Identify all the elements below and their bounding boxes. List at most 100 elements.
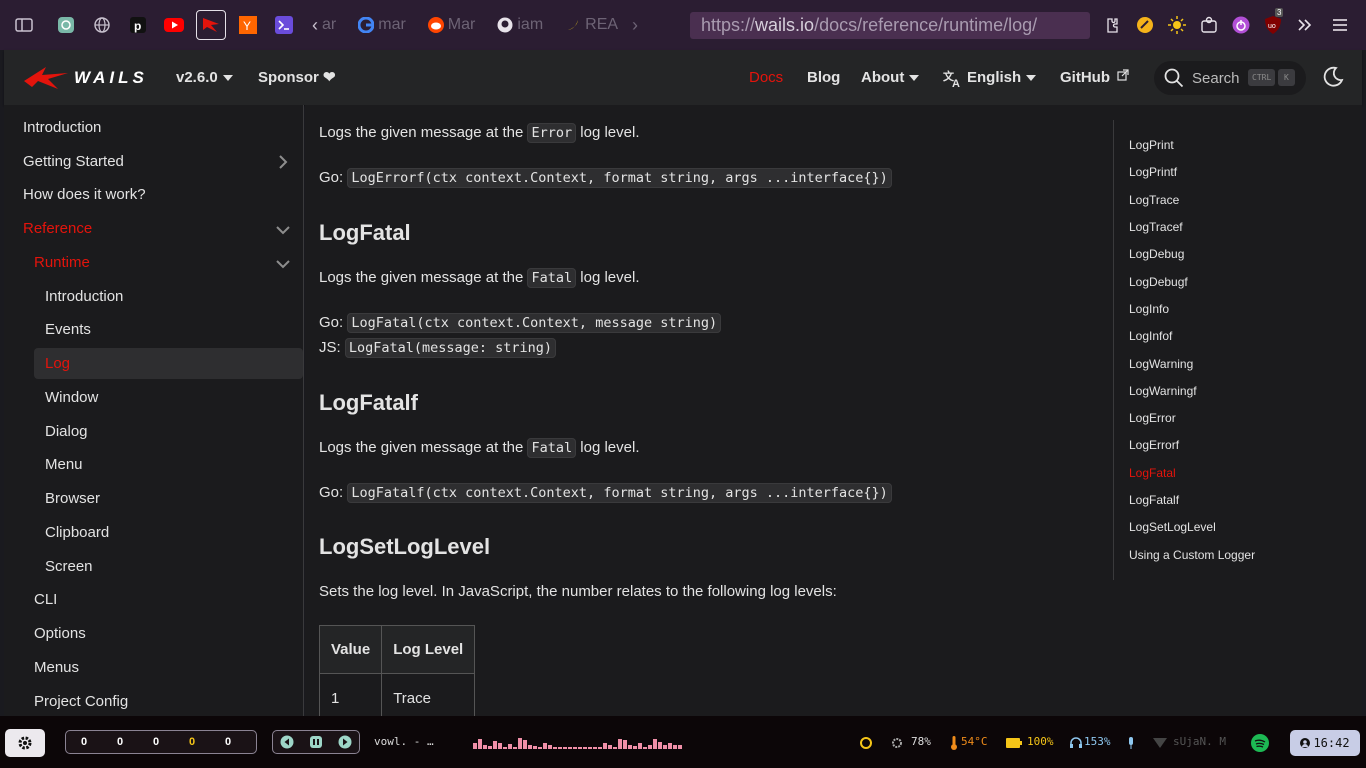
darkreader-icon[interactable] (1132, 12, 1158, 38)
next-track-icon[interactable] (338, 735, 352, 749)
google-icon (358, 17, 375, 33)
toc-item[interactable]: LogInfo (1129, 302, 1169, 316)
toc-item[interactable]: LogDebugf (1129, 275, 1188, 289)
sponsor-link[interactable]: Sponsor ❤ (258, 50, 336, 105)
tab-scroll-left[interactable]: ‹ ar (312, 11, 336, 39)
launcher-button[interactable] (5, 729, 45, 757)
toc-item[interactable]: LogWarningf (1129, 384, 1197, 398)
sidebar-item-events[interactable]: Events (45, 315, 91, 345)
nav-github[interactable]: GitHub (1060, 50, 1129, 105)
account-icon[interactable] (1196, 12, 1222, 38)
lang-label: Go: (319, 314, 348, 331)
chevron-down-icon[interactable] (275, 222, 291, 238)
sidebar-item-runtime[interactable]: Runtime (34, 248, 90, 278)
chevron-down-icon[interactable] (275, 256, 291, 272)
sidebar-item-cli[interactable]: CLI (34, 585, 57, 615)
tab-scroll-right[interactable]: › (632, 11, 638, 39)
desc-text: log level. (576, 124, 640, 141)
language-dropdown[interactable]: 文 A English (943, 50, 1037, 105)
tab-readme[interactable]: REA (565, 11, 618, 39)
workspace-5[interactable]: 0 (210, 736, 246, 748)
toc-item[interactable]: LogSetLogLevel (1129, 520, 1216, 534)
search-button[interactable]: Search CTRL K (1154, 61, 1306, 95)
ublock-icon[interactable]: uo 3 (1260, 8, 1286, 38)
toc-item[interactable]: LogErrorf (1129, 438, 1179, 452)
sidebar-item-dialog[interactable]: Dialog (45, 417, 88, 447)
logfatal-go-signature: Go: LogFatal(ctx context.Context, messag… (319, 313, 722, 333)
sidebar-item-reference[interactable]: Reference (23, 214, 92, 244)
version-dropdown[interactable]: v2.6.0 (176, 50, 233, 105)
code-signature: LogFatal(ctx context.Context, message st… (347, 313, 722, 333)
sidebar-item-menu[interactable]: Menu (45, 450, 83, 480)
nav-blog[interactable]: Blog (807, 50, 840, 105)
notification-icon[interactable] (860, 737, 872, 749)
sidebar-item-how-it-works[interactable]: How does it work? (23, 180, 146, 210)
toc-item[interactable]: LogError (1129, 411, 1176, 425)
url-bar[interactable]: https://wails.io/docs/reference/runtime/… (690, 12, 1090, 39)
dark-mode-toggle[interactable] (1322, 66, 1344, 88)
search-icon (1164, 68, 1184, 88)
toc-item[interactable]: LogFatalf (1129, 493, 1179, 507)
brand-wordmark: WAILS (74, 68, 148, 87)
tab-github[interactable]: iam (497, 11, 543, 39)
previous-track-icon[interactable] (280, 735, 294, 749)
toc-item[interactable]: LogWarning (1129, 357, 1193, 371)
chevron-right-icon[interactable] (275, 154, 291, 170)
toc-item-active[interactable]: LogFatal (1129, 466, 1176, 480)
tab-reddit[interactable]: Mar (427, 11, 475, 39)
nav-docs[interactable]: Docs (749, 50, 783, 105)
sidebar-item-runtime-introduction[interactable]: Introduction (45, 282, 123, 312)
pause-icon[interactable] (309, 735, 323, 749)
terminal-tab-icon[interactable] (270, 11, 298, 39)
toc-item[interactable]: LogInfof (1129, 329, 1172, 343)
youtube-tab-icon[interactable] (160, 11, 188, 39)
heading-logfatalf[interactable]: LogFatalf (319, 390, 418, 416)
sponsor-label: Sponsor ❤ (258, 69, 336, 86)
sun-icon[interactable] (1164, 12, 1190, 38)
power-extension-icon[interactable] (1228, 12, 1254, 38)
desc-text: Logs the given message at the (319, 124, 528, 141)
pinterest-tab-icon[interactable]: p (124, 11, 152, 39)
workspace-4-active[interactable]: 0 (174, 736, 210, 748)
sidebar-item-options[interactable]: Options (34, 619, 86, 649)
toc-item[interactable]: Using a Custom Logger (1129, 548, 1255, 562)
toc-item[interactable]: LogPrintf (1129, 165, 1177, 179)
sidebar-item-clipboard[interactable]: Clipboard (45, 518, 109, 548)
heading-logsetloglevel[interactable]: LogSetLogLevel (319, 534, 490, 560)
globe-tab-icon[interactable] (88, 11, 116, 39)
toc-item[interactable]: LogTrace (1129, 193, 1179, 207)
heading-logfatal[interactable]: LogFatal (319, 220, 411, 246)
sidebar-item-browser[interactable]: Browser (45, 484, 100, 514)
sidebar-item-project-config[interactable]: Project Config (34, 687, 128, 716)
sidebar-item-window[interactable]: Window (45, 383, 98, 413)
sidebar-item-getting-started[interactable]: Getting Started (23, 147, 124, 177)
wails-tab-active[interactable] (196, 10, 226, 40)
workspace-2[interactable]: 0 (102, 736, 138, 748)
toc-item[interactable]: LogPrint (1129, 138, 1174, 152)
ycombinator-tab-icon[interactable]: Y (234, 11, 262, 39)
sidebar-item-screen[interactable]: Screen (45, 552, 93, 582)
toc-item[interactable]: LogDebug (1129, 247, 1184, 261)
tab-google[interactable]: mar (358, 11, 406, 39)
toc-divider (1113, 120, 1114, 580)
spotify-icon[interactable] (1251, 734, 1269, 752)
sidebar-toggle-icon[interactable] (10, 11, 38, 39)
workspace-1[interactable]: 0 (66, 736, 102, 748)
clock[interactable]: 16:42 (1290, 730, 1360, 756)
sidebar-item-introduction[interactable]: Introduction (23, 113, 101, 143)
microphone-icon[interactable] (1127, 737, 1135, 749)
chatgpt-tab-icon[interactable] (52, 11, 80, 39)
logfatalf-description: Logs the given message at the Fatal log … (319, 438, 640, 458)
workspace-3[interactable]: 0 (138, 736, 174, 748)
extensions-icon[interactable] (1099, 12, 1125, 38)
sidebar-item-log[interactable]: Log (45, 349, 70, 379)
wails-logo[interactable]: WAILS (24, 65, 148, 91)
overflow-chevron-icon[interactable] (1292, 12, 1318, 38)
hamburger-menu-icon[interactable] (1327, 12, 1353, 38)
sidebar-item-menus[interactable]: Menus (34, 653, 79, 683)
battery-level: 100% (1027, 735, 1054, 748)
headphones-icon[interactable] (1070, 737, 1082, 749)
toc-item[interactable]: LogTracef (1129, 220, 1183, 234)
nav-about[interactable]: About (861, 50, 920, 105)
wifi-icon[interactable] (1153, 738, 1167, 748)
